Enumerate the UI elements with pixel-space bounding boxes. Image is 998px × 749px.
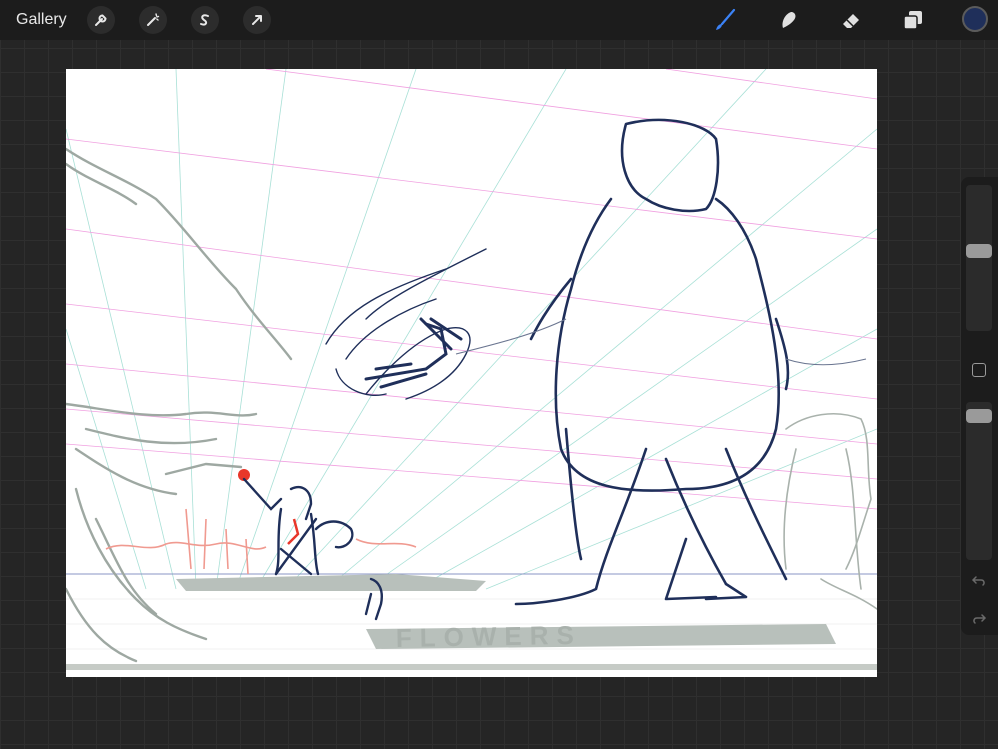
modify-button[interactable] [972,363,986,377]
opacity-slider[interactable] [966,402,992,560]
small-figure [242,477,383,621]
gallery-button[interactable]: Gallery [16,11,67,29]
perspective-guides-teal [66,69,877,590]
right-sidebar [961,177,998,635]
brush-size-slider[interactable] [966,185,992,331]
eraser-icon[interactable] [837,6,865,34]
bush-sketch-right [783,413,877,610]
undo-icon[interactable] [971,573,987,589]
brush-icon[interactable] [711,6,739,34]
wrench-icon[interactable] [87,6,115,34]
ground-strip [66,664,877,670]
brush-size-thumb[interactable] [966,244,992,259]
top-toolbar: Gallery [0,0,998,40]
layers-icon[interactable] [899,6,927,34]
small-figure-red-accent [287,518,300,545]
flowers-lettering: FLOWERS [396,620,582,653]
opacity-thumb[interactable] [966,409,992,424]
arrow-cursor-icon[interactable] [243,6,271,34]
drawing-canvas[interactable]: FLOWERS [66,69,877,677]
magic-wand-icon[interactable] [139,6,167,34]
arm-connector [455,318,867,366]
flower-scribbles [105,508,417,575]
smudge-icon[interactable] [775,6,803,34]
color-picker-swatch[interactable] [962,6,988,32]
canvas-artwork: FLOWERS [66,69,877,670]
hand-scribbles [325,248,487,400]
redo-icon[interactable] [971,611,987,627]
selection-s-icon[interactable] [191,6,219,34]
